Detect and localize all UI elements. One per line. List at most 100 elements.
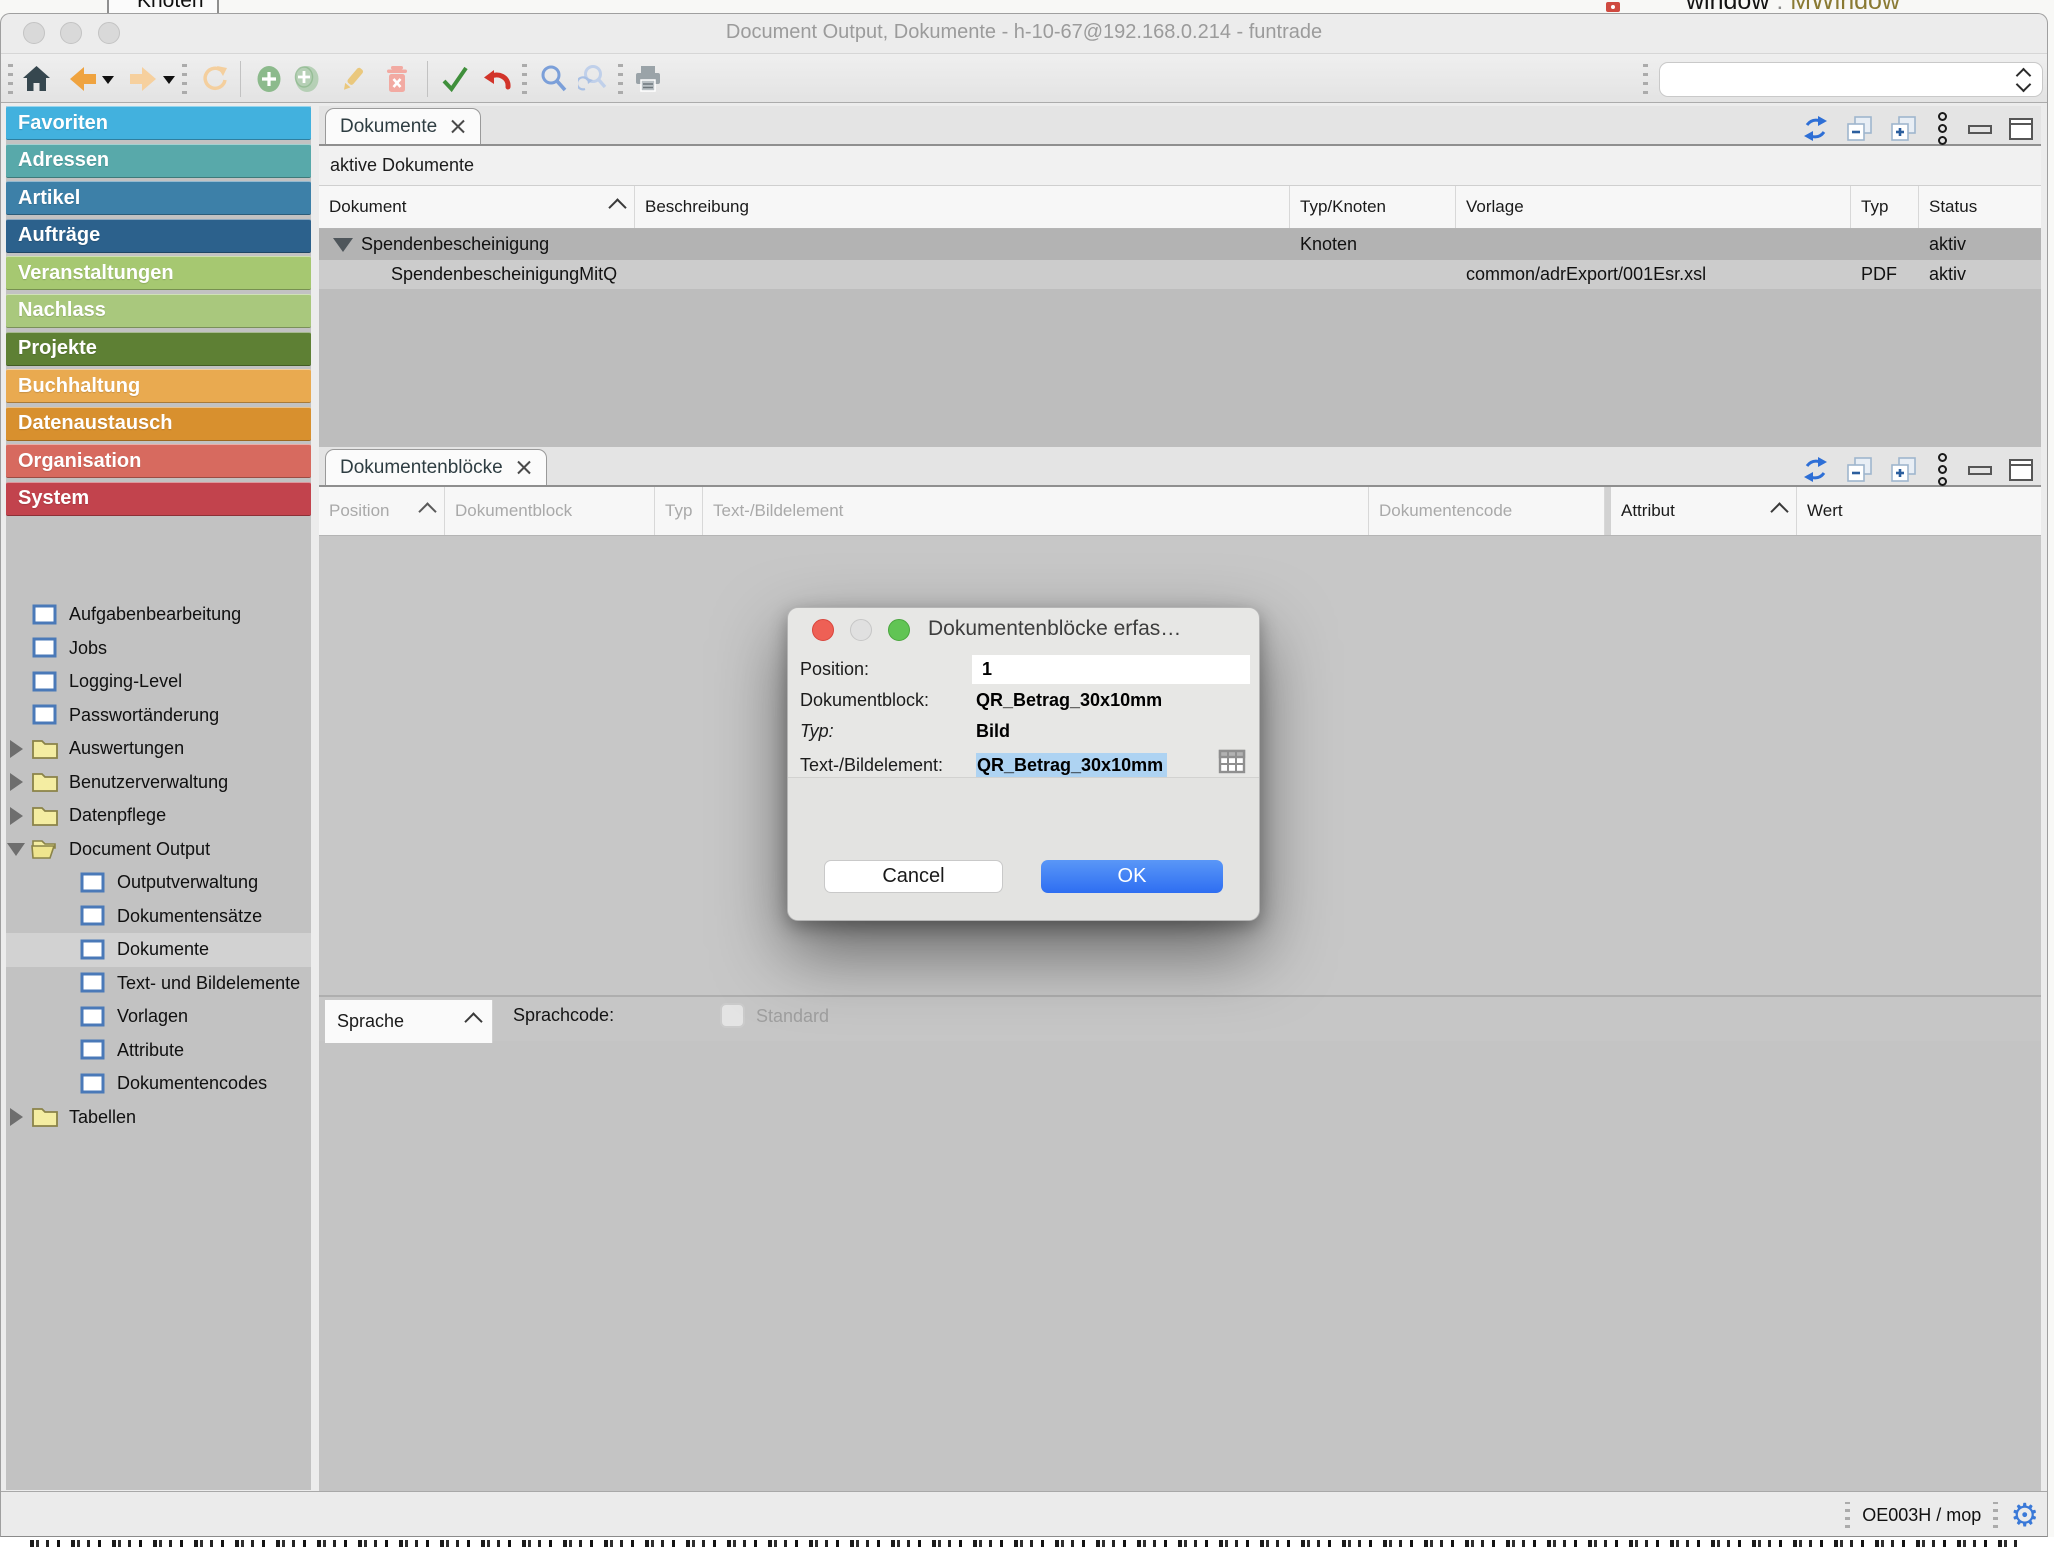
- sidebar-button-favoriten[interactable]: Favoriten: [6, 106, 311, 140]
- maximize-panel-icon[interactable]: [2009, 118, 2033, 140]
- sidebar-button-veranstaltungen[interactable]: Veranstaltungen: [6, 256, 311, 290]
- standard-checkbox[interactable]: [720, 1003, 745, 1028]
- column-header-sprache[interactable]: Sprache: [325, 1000, 493, 1043]
- column-header-status[interactable]: Status: [1919, 186, 2041, 228]
- back-dropdown-icon[interactable]: [102, 76, 114, 84]
- sidebar-button-auftraege[interactable]: Aufträge: [6, 219, 311, 253]
- delete-icon[interactable]: [385, 64, 409, 94]
- column-header-dokument[interactable]: Dokument: [319, 186, 635, 228]
- collapsed-arrow-icon[interactable]: [6, 740, 30, 758]
- tree-item-auswertungen[interactable]: Auswertungen: [6, 732, 311, 766]
- tab-dokumente[interactable]: Dokumente: [325, 108, 481, 144]
- undo-icon[interactable]: [482, 64, 512, 94]
- toolbar-drag-handle[interactable]: [618, 64, 623, 94]
- tree-item-document-output[interactable]: Document Output: [6, 833, 311, 867]
- column-header-vorlage[interactable]: Vorlage: [1456, 186, 1851, 228]
- panel-menu-icon[interactable]: [1934, 112, 1951, 145]
- edit-icon[interactable]: [339, 64, 367, 94]
- column-header-text-bildelement[interactable]: Text-/Bildelement: [703, 487, 1369, 535]
- tree-item-attribute[interactable]: Attribute: [6, 1034, 311, 1068]
- tree-item-dokumentencodes[interactable]: Dokumentencodes: [6, 1067, 311, 1101]
- sidebar-button-nachlass[interactable]: Nachlass: [6, 294, 311, 328]
- ok-button[interactable]: OK: [1041, 860, 1223, 893]
- tree-item-datenpflege[interactable]: Datenpflege: [6, 799, 311, 833]
- statusbar-drag-handle[interactable]: [1993, 1502, 1998, 1528]
- collapsed-arrow-icon[interactable]: [6, 807, 30, 825]
- collapse-all-icon[interactable]: [1846, 115, 1873, 142]
- print-icon[interactable]: [633, 64, 663, 94]
- text-bildelement-input[interactable]: QR_Betrag_30x10mm: [976, 753, 1167, 778]
- tree-item-aufgabenbearbeitung[interactable]: Aufgabenbearbeitung: [6, 598, 311, 632]
- search-icon[interactable]: [539, 64, 567, 94]
- maximize-panel-icon[interactable]: [2009, 459, 2033, 481]
- tree-item-tabellen[interactable]: Tabellen: [6, 1101, 311, 1135]
- sidebar-button-datenaustausch[interactable]: Datenaustausch: [6, 407, 311, 441]
- expanded-arrow-icon[interactable]: [6, 843, 30, 856]
- add-duplicate-icon[interactable]: [294, 64, 320, 94]
- refresh-panel-icon[interactable]: [1802, 456, 1829, 483]
- sidebar-button-projekte[interactable]: Projekte: [6, 332, 311, 366]
- titlebar[interactable]: Document Output, Dokumente - h-10-67@192…: [1, 14, 2047, 53]
- tree-item-dokumentensaetze[interactable]: Dokumentensätze: [6, 900, 311, 934]
- quick-search-combobox[interactable]: [1659, 62, 2043, 97]
- lookup-table-icon[interactable]: [1218, 749, 1246, 775]
- tree-item-jobs[interactable]: Jobs: [6, 632, 311, 666]
- tree-item-text-und-bildelemente[interactable]: Text- und Bildelemente: [6, 967, 311, 1001]
- column-header-dokumentencode[interactable]: Dokumentencode: [1369, 487, 1605, 535]
- close-tab-icon[interactable]: [449, 118, 466, 135]
- collapsed-arrow-icon[interactable]: [6, 773, 30, 791]
- forward-dropdown-icon[interactable]: [163, 76, 175, 84]
- refresh-icon[interactable]: [200, 64, 228, 94]
- close-tab-icon[interactable]: [515, 459, 532, 476]
- position-input[interactable]: [972, 655, 1250, 684]
- tree-item-logging-level[interactable]: Logging-Level: [6, 665, 311, 699]
- sidebar-button-organisation[interactable]: Organisation: [6, 444, 311, 478]
- search-refresh-icon[interactable]: [578, 64, 608, 94]
- dialog-titlebar[interactable]: Dokumentenblöcke erfas…: [788, 608, 1259, 652]
- toolbar-drag-handle[interactable]: [8, 64, 13, 94]
- column-header-wert[interactable]: Wert: [1797, 487, 2035, 535]
- column-header-typ[interactable]: Typ: [655, 487, 703, 535]
- confirm-icon[interactable]: [441, 64, 469, 94]
- tree-item-benutzerverwaltung[interactable]: Benutzerverwaltung: [6, 766, 311, 800]
- statusbar-drag-handle[interactable]: [1845, 1502, 1850, 1528]
- column-header-typ[interactable]: Typ: [1851, 186, 1919, 228]
- sidebar-button-adressen[interactable]: Adressen: [6, 144, 311, 178]
- minimize-panel-icon[interactable]: [1968, 466, 1992, 475]
- minimize-panel-icon[interactable]: [1968, 125, 1992, 134]
- expanded-row-icon[interactable]: [333, 238, 353, 252]
- sidebar-button-system[interactable]: System: [6, 482, 311, 516]
- expand-all-icon[interactable]: [1890, 115, 1917, 142]
- position-value[interactable]: 1: [982, 659, 992, 680]
- dialog-zoom-traffic-light[interactable]: [888, 619, 910, 641]
- table-row[interactable]: Spendenbescheinigung Knoten aktiv: [319, 229, 2041, 260]
- column-header-typ-knoten[interactable]: Typ/Knoten: [1290, 186, 1456, 228]
- panel-menu-icon[interactable]: [1934, 453, 1951, 486]
- collapsed-arrow-icon[interactable]: [6, 1108, 30, 1126]
- table-row[interactable]: SpendenbescheinigungMitQ common/adrExpor…: [319, 260, 2041, 289]
- column-header-dokumentblock[interactable]: Dokumentblock: [445, 487, 655, 535]
- tab-dokumentenbloecke[interactable]: Dokumentenblöcke: [325, 449, 547, 485]
- toolbar-drag-handle[interactable]: [182, 64, 187, 94]
- home-icon[interactable]: [21, 64, 52, 94]
- column-header-position[interactable]: Position: [319, 487, 445, 535]
- combobox-stepper-icon[interactable]: [2016, 67, 2032, 93]
- sidebar-button-buchhaltung[interactable]: Buchhaltung: [6, 369, 311, 403]
- settings-gear-icon[interactable]: ⚙: [2010, 1499, 2039, 1531]
- forward-icon[interactable]: [128, 64, 159, 94]
- column-header-attribut[interactable]: Attribut: [1611, 487, 1797, 535]
- tree-item-dokumente[interactable]: Dokumente: [6, 933, 311, 967]
- toolbar-drag-handle[interactable]: [1643, 64, 1648, 94]
- expand-all-icon[interactable]: [1890, 456, 1917, 483]
- sidebar-button-artikel[interactable]: Artikel: [6, 181, 311, 215]
- add-icon[interactable]: [256, 64, 282, 94]
- back-icon[interactable]: [67, 64, 98, 94]
- refresh-panel-icon[interactable]: [1802, 115, 1829, 142]
- collapse-all-icon[interactable]: [1846, 456, 1873, 483]
- column-header-beschreibung[interactable]: Beschreibung: [635, 186, 1290, 228]
- cancel-button[interactable]: Cancel: [824, 860, 1003, 893]
- tree-item-outputverwaltung[interactable]: Outputverwaltung: [6, 866, 311, 900]
- dialog-close-traffic-light[interactable]: [812, 619, 834, 641]
- toolbar-drag-handle[interactable]: [522, 64, 527, 94]
- tree-item-vorlagen[interactable]: Vorlagen: [6, 1000, 311, 1034]
